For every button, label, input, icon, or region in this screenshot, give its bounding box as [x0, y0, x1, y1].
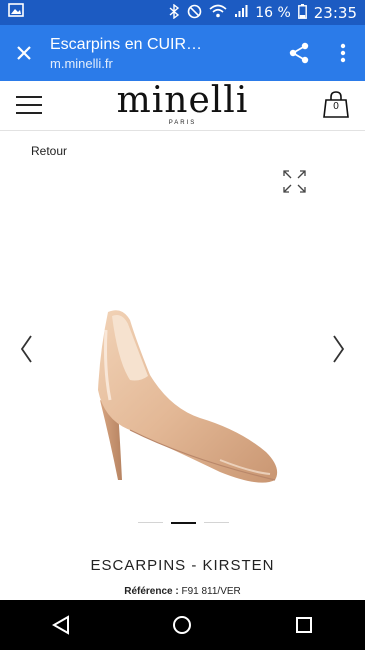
previous-image-button[interactable] [18, 334, 36, 364]
carousel-dot[interactable] [204, 522, 229, 523]
carousel-dot[interactable] [138, 522, 163, 523]
share-button[interactable] [277, 25, 321, 81]
cart-count: 0 [333, 101, 339, 112]
system-nav-bar [0, 600, 365, 650]
next-image-button[interactable] [329, 334, 347, 364]
more-vert-icon [340, 43, 346, 63]
close-tab-button[interactable] [0, 25, 48, 81]
image-notification-icon [8, 3, 24, 22]
page-title-area[interactable]: Escarpins en CUIR… m.minelli.fr [48, 34, 277, 72]
do-not-disturb-icon [187, 4, 202, 22]
battery-icon [297, 3, 307, 22]
back-link[interactable]: Retour [31, 144, 67, 158]
carousel-dot-active[interactable] [171, 521, 196, 524]
clock: 23:35 [313, 3, 357, 22]
browser-toolbar: Escarpins en CUIR… m.minelli.fr [0, 25, 365, 81]
cell-signal-icon [234, 4, 248, 21]
product-image[interactable] [70, 290, 290, 505]
product-title: ESCARPINS - KIRSTEN [90, 557, 275, 574]
bluetooth-icon [169, 3, 180, 22]
battery-percent: 16 % [255, 4, 291, 21]
chevron-right-icon [333, 335, 345, 363]
site-header: minelli PARIS 0 [0, 81, 365, 131]
reference-value: F91 811/VER [181, 586, 241, 597]
back-nav-button[interactable] [41, 605, 81, 645]
status-bar: 16 % 23:35 [0, 0, 365, 25]
page-url: m.minelli.fr [50, 56, 113, 71]
page-title: Escarpins en CUIR… [50, 36, 203, 53]
home-circle-icon [173, 616, 192, 634]
product-reference: Référence : F91 811/VER [0, 586, 365, 597]
site-logo[interactable]: minelli PARIS [100, 80, 265, 127]
reference-label: Référence : [124, 586, 179, 597]
overflow-menu-button[interactable] [321, 25, 365, 81]
carousel-indicators [138, 521, 229, 524]
close-icon [17, 46, 31, 60]
back-triangle-icon [51, 615, 69, 635]
share-icon [289, 42, 309, 64]
shopping-bag-button[interactable]: 0 [323, 91, 349, 119]
fullscreen-expand-icon[interactable] [283, 170, 306, 193]
wifi-icon [209, 4, 227, 21]
logo-text: minelli [116, 80, 249, 121]
chevron-left-icon [20, 335, 32, 363]
recents-nav-button[interactable] [284, 605, 324, 645]
hamburger-menu-icon[interactable] [16, 96, 42, 116]
recents-square-icon [296, 617, 313, 633]
home-nav-button[interactable] [162, 605, 202, 645]
